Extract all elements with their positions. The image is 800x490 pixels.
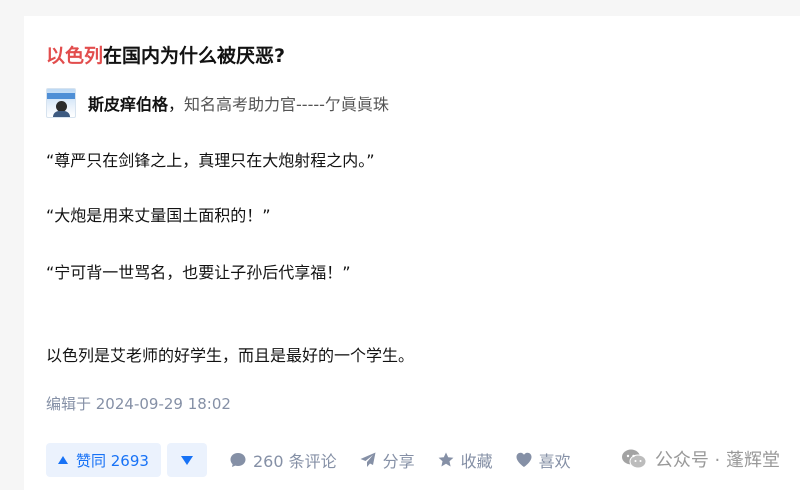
wechat-icon (621, 449, 647, 469)
avatar[interactable] (46, 88, 76, 118)
comments-label: 260 条评论 (252, 452, 337, 471)
question-title-rest: 在国内为什么被厌恶? (103, 45, 286, 67)
author-name[interactable]: 斯皮痒伯格 (88, 91, 168, 115)
share-label: 分享 (382, 452, 415, 471)
action-bar: 赞同 2693 260 条评论 分享 收藏 喜欢 (46, 442, 571, 478)
triangle-up-icon (58, 456, 68, 464)
favorite-label: 收藏 (460, 452, 493, 471)
question-title-highlight: 以色列 (46, 45, 104, 67)
comments-button[interactable]: 260 条评论 (229, 448, 337, 472)
like-label: 喜欢 (538, 452, 571, 471)
upvote-button[interactable]: 赞同 2693 (46, 443, 161, 477)
watermark: 公众号 · 蓬辉堂 (621, 446, 780, 472)
star-icon (438, 452, 454, 467)
question-title[interactable]: 以色列在国内为什么被厌恶? (46, 44, 285, 68)
author-bio: 知名高考助力官-----亇眞眞珠 (184, 95, 389, 114)
author-separator: ， (168, 95, 185, 114)
edited-timestamp[interactable]: 编辑于 2024-09-29 18:02 (46, 393, 231, 415)
like-button[interactable]: 喜欢 (515, 448, 571, 472)
heart-icon (516, 452, 532, 467)
upvote-label: 赞同 2693 (76, 451, 149, 470)
downvote-button[interactable] (166, 443, 207, 477)
content-paragraph: “大炮是用来丈量国土面积的！” (46, 206, 271, 225)
share-button[interactable]: 分享 (359, 448, 415, 472)
paper-plane-icon (360, 452, 376, 467)
content-paragraph: “宁可背一世骂名，也要让子孙后代享福！” (46, 263, 351, 282)
author-info: 斯皮痒伯格 ， 知名高考助力官-----亇眞眞珠 (46, 88, 389, 118)
content-paragraph: “尊严只在剑锋之上，真理只在大炮射程之内。” (46, 151, 375, 170)
favorite-button[interactable]: 收藏 (437, 448, 493, 472)
comment-bubble-icon (230, 453, 246, 467)
watermark-text: 公众号 · 蓬辉堂 (654, 450, 780, 471)
content-paragraph: 以色列是艾老师的好学生，而且是最好的一个学生。 (46, 346, 415, 365)
triangle-down-icon (180, 455, 193, 465)
answer-card: 以色列在国内为什么被厌恶? 斯皮痒伯格 ， 知名高考助力官-----亇眞眞珠 “… (24, 16, 800, 490)
